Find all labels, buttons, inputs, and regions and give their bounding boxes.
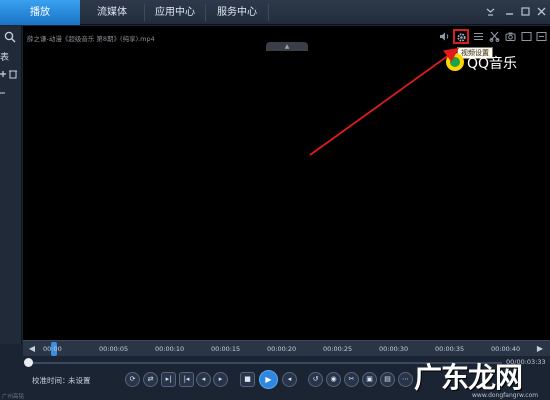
tab-streaming[interactable]: 流媒体 [80,0,144,25]
sync-label: 校准时间： [32,376,70,385]
minimize-icon[interactable] [504,6,515,17]
timeline-label: 00:00 [43,345,62,353]
rewind-icon[interactable]: ◂ [196,372,211,387]
timeline-label: 00:00:15 [211,345,241,353]
add-icon[interactable] [0,69,8,79]
list-icon[interactable] [0,88,8,98]
timeline-label: 00:00:05 [99,345,129,353]
snapshot-icon[interactable]: ◉ [326,372,341,387]
frame-step-icon[interactable]: ▸| [161,372,176,387]
status-text: 广州高铭 [2,394,25,400]
watermark-url: www.dongfangrw.com [472,392,539,399]
tab-divider [268,4,269,21]
playlist-sidebar: 表 [0,26,22,344]
progress-knob[interactable] [24,358,33,367]
tab-app-center[interactable]: 应用中心 [145,0,205,25]
top-bar: 播放 流媒体 应用中心 服务中心 [0,0,550,25]
timeline-label: 00:00:30 [379,345,409,353]
next-icon[interactable]: ◂ [282,372,297,387]
video-canvas[interactable]: 薛之谦-动漫《超级音乐 第8期》(纯享).mp4 ▲ 视频设置 QQ音乐 [23,26,550,340]
timeline-label: 00:00:35 [435,345,465,353]
settings-icon[interactable] [485,6,496,17]
delete-icon[interactable] [9,69,17,79]
play-icon[interactable]: ▶ [259,370,278,389]
prev-icon[interactable]: |◂ [179,372,194,387]
watermark-title: 广东龙网 [414,361,523,394]
search-icon[interactable] [4,31,16,43]
timeline-label: 00:00:20 [267,345,297,353]
forward-icon[interactable]: ▸ [213,372,228,387]
timeline-label: 00:00:25 [323,345,353,353]
ab-repeat-icon[interactable]: ⇄ [143,372,158,387]
timeline-label: 00:00:10 [155,345,185,353]
rotate-icon[interactable]: ↺ [308,372,323,387]
loop-icon[interactable]: ⟳ [125,372,140,387]
playlist-label: 表 [0,53,10,63]
maximize-icon[interactable] [520,6,531,17]
timeline-left-arrow[interactable]: ◀ [27,343,37,355]
tab-service-center[interactable]: 服务中心 [206,0,268,25]
timeline-right-arrow[interactable]: ▶ [535,343,545,355]
annotation-arrow [309,47,459,156]
sync-value[interactable]: 未设置 [68,375,91,386]
cut-icon[interactable]: ✂ [344,372,359,387]
watermark: 广东龙网 www.dongfangrw.com [408,356,550,400]
record-icon[interactable]: ▣ [362,372,377,387]
stop-icon[interactable]: ■ [240,372,255,387]
timeline[interactable]: ◀ 00:00 00:00:05 00:00:10 00:00:15 00:00… [23,340,550,356]
timeline-label: 00:00:40 [491,345,521,353]
close-icon[interactable] [536,6,547,17]
subtitle-icon[interactable]: ▤ [380,372,395,387]
tab-play[interactable]: 播放 [0,0,80,25]
